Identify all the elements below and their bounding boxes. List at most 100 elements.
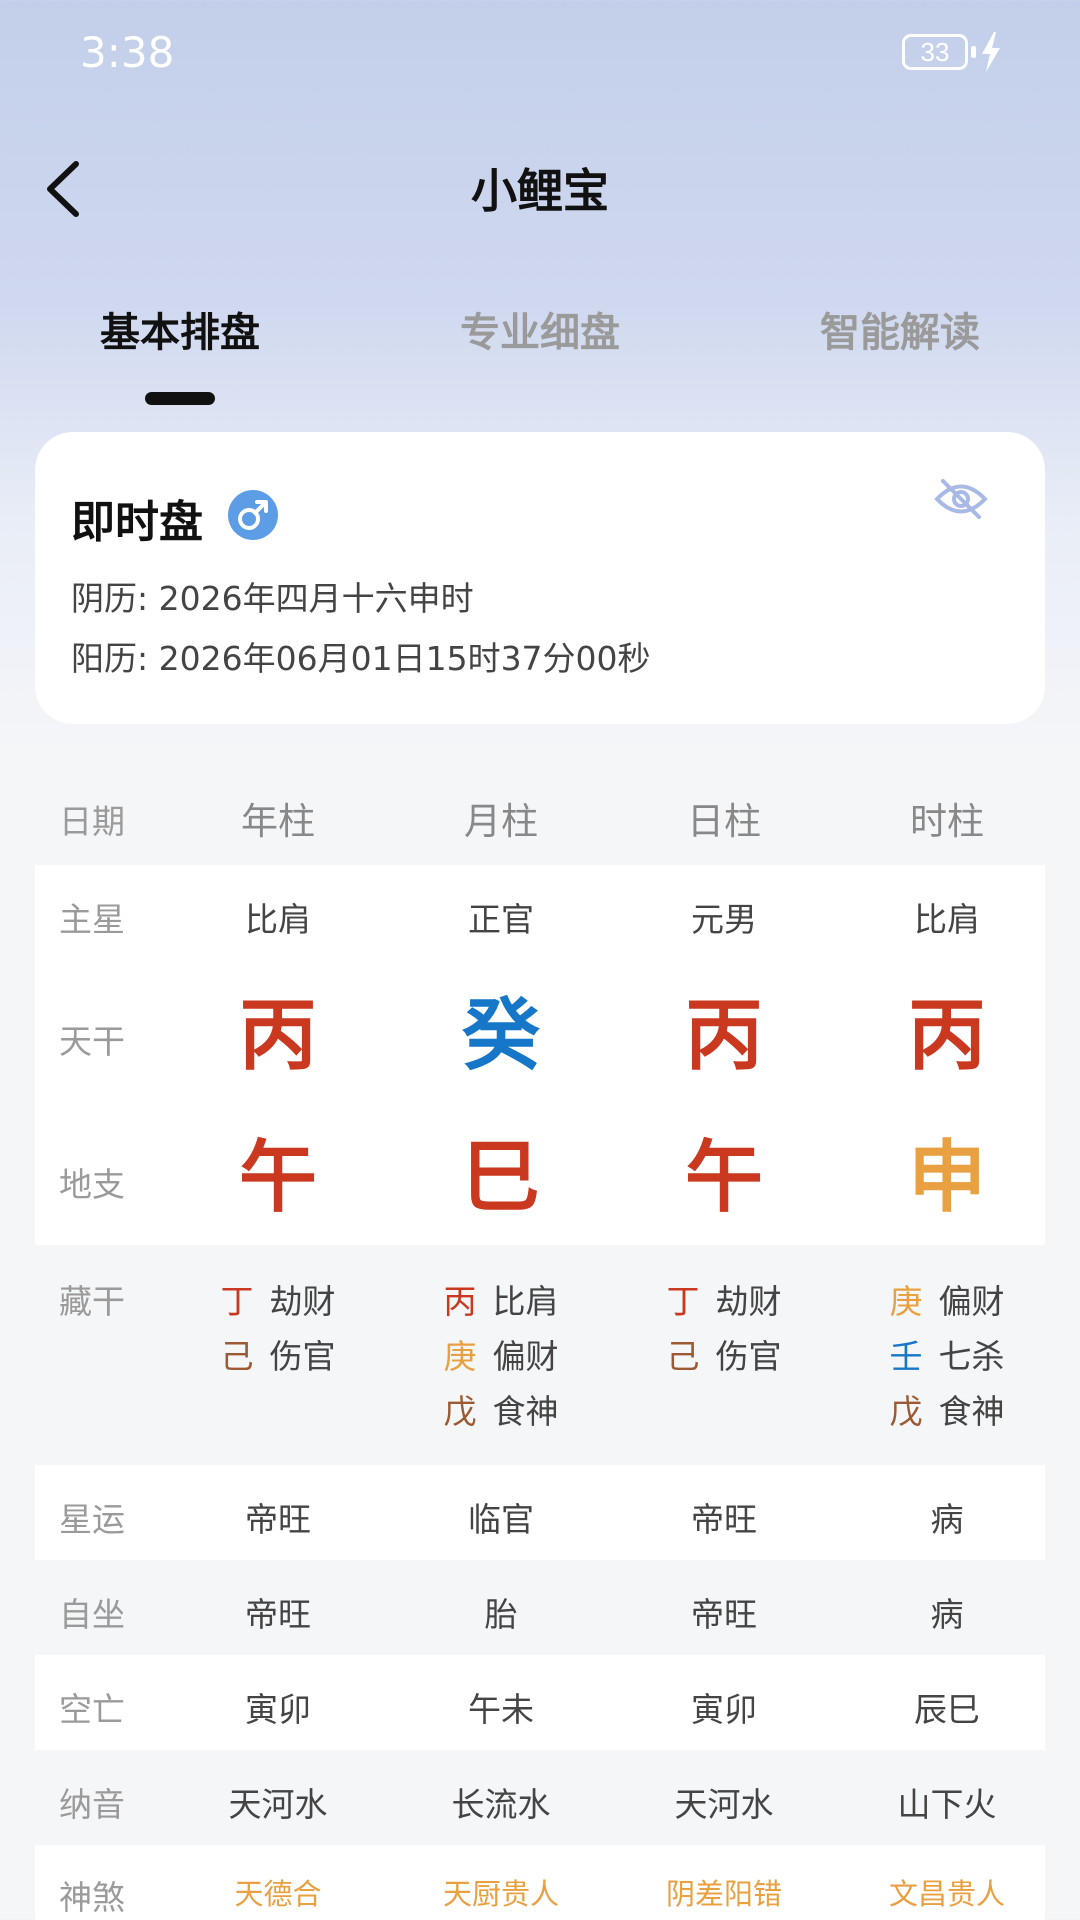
hidden-stem: 壬: [889, 1337, 923, 1376]
table-header-row: 日期 年柱 月柱 日柱 时柱: [35, 765, 1045, 865]
row-label: 天干: [59, 1022, 125, 1061]
hidden-stem-item: 庚偏财: [391, 1330, 611, 1378]
star-fortune-cell: 临官: [468, 1500, 534, 1539]
pillars-block: 主星 比肩 正官 元男 比肩 天干 丙 癸 丙 丙 地支 午 巳 午 申: [35, 865, 1045, 1245]
hidden-stems-row: 藏干 丁劫财 己伤官 丙比肩 庚偏财 戊食神 丁劫财 己伤官 庚偏财 壬七杀 戊…: [35, 1245, 1045, 1465]
shensha-cell[interactable]: 天德合: [168, 1871, 388, 1913]
tab-ai-reading[interactable]: 智能解读: [720, 300, 1080, 358]
row-label: 纳音: [59, 1785, 125, 1824]
status-bar: 3:38 33: [0, 0, 1080, 110]
hidden-stem-item: 丙比肩: [391, 1275, 611, 1323]
main-star-cell: 比肩: [245, 900, 311, 939]
male-symbol-icon: [228, 490, 278, 540]
row-label: 日期: [59, 802, 125, 841]
hidden-stems-cell: 丙比肩 庚偏财 戊食神: [391, 1245, 611, 1465]
row-label: 地支: [59, 1165, 125, 1204]
heavenly-stem-cell: 丙: [684, 990, 763, 1081]
hidden-stem-item: 壬七杀: [837, 1330, 1057, 1378]
row-label: 空亡: [59, 1690, 125, 1729]
row-label: 主星: [59, 900, 125, 939]
ten-god: 偏财: [492, 1337, 559, 1376]
nayin-cell: 天河水: [228, 1785, 328, 1824]
heavenly-stem-cell: 癸: [461, 990, 540, 1081]
ten-god: 伤官: [269, 1337, 336, 1376]
battery-cap: [971, 46, 976, 58]
hidden-stem-item: 戊食神: [837, 1385, 1057, 1433]
main-star-cell: 比肩: [914, 900, 980, 939]
nayin-cell: 山下火: [897, 1785, 997, 1824]
charging-icon: [982, 32, 1000, 72]
self-sit-cell: 胎: [484, 1595, 518, 1634]
status-time: 3:38: [80, 28, 175, 77]
nayin-cell: 长流水: [451, 1785, 551, 1824]
shensha-cell[interactable]: 阴差阳错: [614, 1871, 834, 1913]
main-star-cell: 正官: [468, 900, 534, 939]
void-cell: 寅卯: [245, 1690, 311, 1729]
battery-icon: 33: [902, 34, 968, 70]
void-cell: 午未: [468, 1690, 534, 1729]
page-title: 小鲤宝: [471, 164, 609, 218]
row-label: 藏干: [59, 1282, 125, 1321]
hidden-stem: 丙: [443, 1282, 477, 1321]
tab-indicator: [145, 392, 215, 405]
void-cell: 辰巳: [914, 1690, 980, 1729]
eye-hidden-icon[interactable]: [933, 476, 989, 526]
ten-god: 七杀: [938, 1337, 1005, 1376]
heavenly-stem-cell: 丙: [238, 990, 317, 1081]
tab-bar: 基本排盘 专业细盘 智能解读: [0, 300, 1080, 410]
nayin-cell: 天河水: [674, 1785, 774, 1824]
hidden-stems-cell: 庚偏财 壬七杀 戊食神: [837, 1245, 1057, 1465]
hidden-stem-item: 丁劫财: [168, 1275, 388, 1323]
heavenly-stem-cell: 丙: [907, 990, 986, 1081]
bazi-table: 日期 年柱 月柱 日柱 时柱 主星 比肩 正官 元男 比肩 天干 丙 癸 丙 丙…: [35, 765, 1045, 1920]
tab-pro-chart[interactable]: 专业细盘: [360, 300, 720, 358]
self-sit-cell: 帝旺: [691, 1595, 757, 1634]
nav-bar: 小鲤宝: [0, 130, 1080, 240]
row-label: 星运: [59, 1500, 125, 1539]
void-cell: 寅卯: [691, 1690, 757, 1729]
col-header-month: 月柱: [464, 800, 538, 843]
ten-god: 偏财: [938, 1282, 1005, 1321]
hidden-stem-item: 丁劫财: [614, 1275, 834, 1323]
star-fortune-row: 星运 帝旺 临官 帝旺 病: [35, 1465, 1045, 1560]
hidden-stem-item: 己伤官: [168, 1330, 388, 1378]
earthly-branch-cell: 午: [684, 1132, 763, 1223]
self-sit-cell: 病: [930, 1595, 964, 1634]
shensha-cell[interactable]: 文昌贵人: [837, 1871, 1057, 1913]
earthly-branch-cell: 申: [907, 1132, 986, 1223]
hidden-stem: 丁: [220, 1282, 254, 1321]
solar-date: 阳历: 2026年06月01日15时37分00秒: [71, 639, 651, 678]
hidden-stem: 戊: [889, 1392, 923, 1431]
row-label: 自坐: [59, 1595, 125, 1634]
hidden-stem: 丁: [666, 1282, 700, 1321]
shensha-cell[interactable]: 天厨贵人: [391, 1871, 611, 1913]
shensha-row: 神煞 天德合 天厨贵人 阴差阳错 文昌贵人: [35, 1845, 1045, 1920]
hidden-stems-cell: 丁劫财 己伤官: [614, 1245, 834, 1465]
card-title: 即时盘: [71, 497, 203, 548]
self-sit-row: 自坐 帝旺 胎 帝旺 病: [35, 1560, 1045, 1655]
col-header-hour: 时柱: [910, 800, 984, 843]
nayin-row: 纳音 天河水 长流水 天河水 山下火: [35, 1750, 1045, 1845]
self-sit-cell: 帝旺: [245, 1595, 311, 1634]
void-row: 空亡 寅卯 午未 寅卯 辰巳: [35, 1655, 1045, 1750]
hidden-stem: 庚: [889, 1282, 923, 1321]
hidden-stem-item: 己伤官: [614, 1330, 834, 1378]
hidden-stem: 己: [220, 1337, 254, 1376]
hidden-stem: 庚: [443, 1337, 477, 1376]
earthly-branch-cell: 午: [238, 1132, 317, 1223]
ten-god: 比肩: [492, 1282, 559, 1321]
star-fortune-cell: 帝旺: [245, 1500, 311, 1539]
earthly-branch-cell: 巳: [461, 1132, 540, 1223]
ten-god: 劫财: [715, 1282, 782, 1321]
star-fortune-cell: 帝旺: [691, 1500, 757, 1539]
col-header-year: 年柱: [241, 800, 315, 843]
hidden-stem: 戊: [443, 1392, 477, 1431]
tab-basic-chart[interactable]: 基本排盘: [0, 300, 360, 358]
ten-god: 食神: [492, 1392, 559, 1431]
ten-god: 伤官: [715, 1337, 782, 1376]
main-star-cell: 元男: [691, 900, 757, 939]
hidden-stem-item: 庚偏财: [837, 1275, 1057, 1323]
lunar-date: 阴历: 2026年四月十六申时: [71, 579, 474, 618]
ten-god: 劫财: [269, 1282, 336, 1321]
row-label: 神煞: [59, 1878, 125, 1917]
